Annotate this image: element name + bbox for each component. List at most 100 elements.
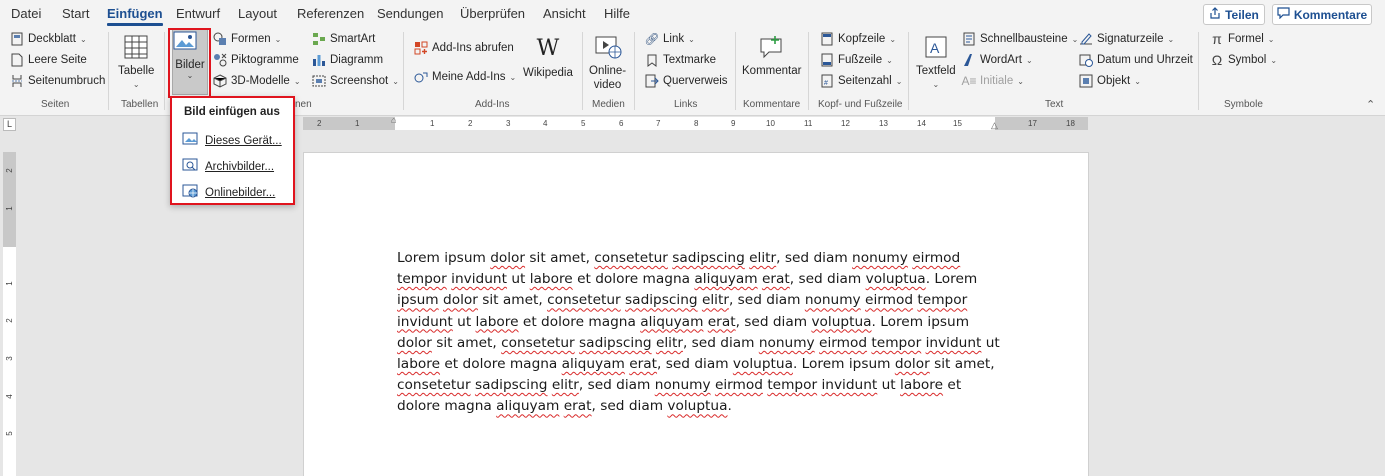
link-button[interactable]: 🔗︎ Link ⌄ [644, 32, 694, 46]
seitenzahl-label: Seitenzahl [838, 75, 892, 87]
chart-icon [312, 53, 326, 67]
misspelled-word: dolor [490, 250, 526, 266]
3d-modelle-button[interactable]: 3D-Modelle ⌄ [213, 74, 301, 88]
vertical-ruler[interactable]: 2 1 1 2 3 4 5 [3, 152, 16, 476]
dropdown-item-this-device[interactable]: Dieses Gerät... [182, 132, 282, 149]
querverweis-button[interactable]: Querverweis [645, 74, 728, 88]
meine-add-ins-button[interactable]: Meine Add-Ins ⌄ [414, 70, 516, 84]
tab-sendungen[interactable]: Sendungen [377, 6, 444, 21]
share-button[interactable]: Teilen [1203, 4, 1265, 25]
text-run: , sed diam [735, 313, 812, 330]
document-page[interactable]: Lorem ipsum dolor sit amet, consetetur s… [303, 152, 1089, 476]
tab-hilfe[interactable]: Hilfe [604, 6, 630, 21]
misspelled-word: aliquyam [694, 271, 758, 288]
objekt-label: Objekt [1097, 75, 1131, 87]
chevron-down-icon: ⌄ [1270, 55, 1278, 65]
diagramm-button[interactable]: Diagramm [312, 53, 383, 67]
chevron-down-icon: ⌄ [132, 80, 140, 89]
misspelled-word: tempor [917, 292, 968, 309]
tab-layout[interactable]: Layout [238, 6, 277, 21]
chevron-down-icon: ⌄ [1071, 34, 1079, 44]
tab-entwurf[interactable]: Entwurf [176, 6, 220, 21]
misspelled-word: dolor [894, 356, 930, 373]
tab-referenzen[interactable]: Referenzen [297, 6, 364, 21]
horizontal-ruler[interactable]: 2 1 1 2 3 4 5 6 7 8 9 10 11 12 13 14 15 … [303, 115, 1088, 131]
textmarke-button[interactable]: Textmarke [645, 53, 716, 67]
leere-seite-button[interactable]: Leere Seite [10, 53, 87, 67]
fusszeile-button[interactable]: Fußzeile ⌄ [820, 53, 893, 67]
document-text-line[interactable]: invidunt ut labore et dolore magna aliqu… [397, 312, 997, 333]
misspelled-word: voluptua [865, 271, 926, 288]
3d-modelle-label: 3D-Modelle [231, 75, 290, 87]
initiale-button[interactable]: A≡ Initiale ⌄ [962, 74, 1024, 88]
signaturzeile-button[interactable]: Signaturzeile ⌄ [1079, 32, 1174, 46]
tab-start[interactable]: Start [62, 6, 89, 21]
wikipedia-button[interactable]: W Wikipedia [523, 34, 573, 80]
symbol-button[interactable]: Ω Symbol ⌄ [1210, 52, 1278, 68]
collapse-ribbon-icon[interactable]: ⌃ [1366, 98, 1375, 111]
chevron-down-icon: ⌄ [889, 34, 897, 44]
text-run: sit amet, [929, 356, 995, 373]
right-indent-marker-icon[interactable]: △ [991, 120, 998, 131]
schnellbausteine-button[interactable]: Schnellbausteine ⌄ [962, 32, 1078, 46]
piktogramme-button[interactable]: Piktogramme [213, 53, 299, 67]
document-text-line[interactable]: Lorem ipsum dolor sit amet, consetetur s… [397, 248, 997, 269]
tab-datei[interactable]: Datei [11, 6, 41, 21]
smartart-button[interactable]: SmartArt [312, 32, 375, 46]
seitenumbruch-button[interactable]: Seitenumbruch [10, 74, 105, 88]
group-separator [735, 32, 736, 110]
text-run: sit amet, [431, 334, 502, 351]
dropdown-item-online-images[interactable]: Onlinebilder... [182, 184, 275, 201]
formel-button[interactable]: π Formel ⌄ [1210, 31, 1274, 47]
tab-ueberpruefen[interactable]: Überprüfen [460, 6, 525, 21]
tabelle-button[interactable]: Tabelle ⌄ [118, 32, 154, 92]
chevron-down-icon: ⌄ [79, 34, 87, 44]
ribbon-tab-bar: Datei Start Einfügen Entwurf Layout Refe… [0, 0, 1385, 28]
bilder-button[interactable]: Bilder ⌄ [172, 29, 208, 95]
objekt-button[interactable]: Objekt ⌄ [1079, 74, 1141, 88]
kopfzeile-button[interactable]: Kopfzeile ⌄ [820, 32, 896, 46]
misspelled-word: elitr [701, 292, 729, 309]
tab-einfuegen[interactable]: Einfügen [107, 6, 163, 26]
document-text-line[interactable]: consetetur sadipscing elitr, sed diam no… [397, 375, 997, 396]
document-text-line[interactable]: dolore magna aliquyam erat, sed diam vol… [397, 396, 997, 417]
deckblatt-button[interactable]: Deckblatt ⌄ [10, 32, 87, 46]
kommentar-button[interactable]: Kommentar [742, 32, 801, 78]
misspelled-word: consetetur [501, 334, 575, 351]
document-text-line[interactable]: ipsum dolor sit amet, consetetur sadipsc… [397, 290, 997, 311]
misspelled-word: sadipscing [672, 250, 745, 266]
formen-button[interactable]: Formen ⌄ [213, 32, 281, 46]
textfeld-button[interactable]: A Textfeld ⌄ [916, 32, 956, 92]
wordart-button[interactable]: WordArt ⌄ [962, 53, 1033, 67]
signaturzeile-label: Signaturzeile [1097, 33, 1164, 45]
datum-uhrzeit-button[interactable]: Datum und Uhrzeit [1079, 53, 1193, 67]
cube-icon [213, 74, 227, 88]
misspelled-word: eirmod [865, 292, 914, 309]
dropdown-item-stock-images[interactable]: Archivbilder... [182, 158, 274, 175]
dropdown-item-label: Archivbilder... [205, 160, 275, 173]
text-run: Lorem ipsum [397, 250, 491, 266]
stock-image-icon [182, 158, 198, 175]
online-video-label-2: video [593, 79, 622, 91]
tab-stop-selector[interactable]: L [3, 118, 16, 131]
tab-ansicht[interactable]: Ansicht [543, 6, 586, 21]
chevron-down-icon: ⌄ [932, 80, 940, 89]
misspelled-word: tempor [767, 377, 818, 394]
misspelled-word: labore [900, 377, 944, 394]
misspelled-word: invidunt [925, 334, 982, 351]
screenshot-button[interactable]: Screenshot ⌄ [312, 74, 399, 88]
misspelled-word: erat [629, 356, 658, 373]
add-ins-abrufen-button[interactable]: Add-Ins abrufen [414, 41, 514, 55]
wordart-label: WordArt [980, 54, 1022, 66]
indent-marker-icon[interactable]: ⌂ [391, 115, 396, 125]
seitenzahl-button[interactable]: # Seitenzahl ⌄ [820, 74, 902, 88]
comments-button[interactable]: Kommentare [1272, 4, 1372, 25]
document-text-line[interactable]: labore et dolore magna aliquyam erat, se… [397, 354, 997, 375]
online-video-button[interactable]: Online- video [589, 32, 626, 92]
document-text-line[interactable]: tempor invidunt ut labore et dolore magn… [397, 269, 997, 290]
document-body-text[interactable]: Lorem ipsum dolor sit amet, consetetur s… [397, 248, 1000, 418]
dropdown-title: Bild einfügen aus [184, 106, 280, 118]
ruler-tick: 4 [543, 119, 548, 128]
document-text-line[interactable]: dolor sit amet, consetetur sadipscing el… [397, 333, 1000, 354]
group-label-kommentare: Kommentare [743, 99, 801, 110]
